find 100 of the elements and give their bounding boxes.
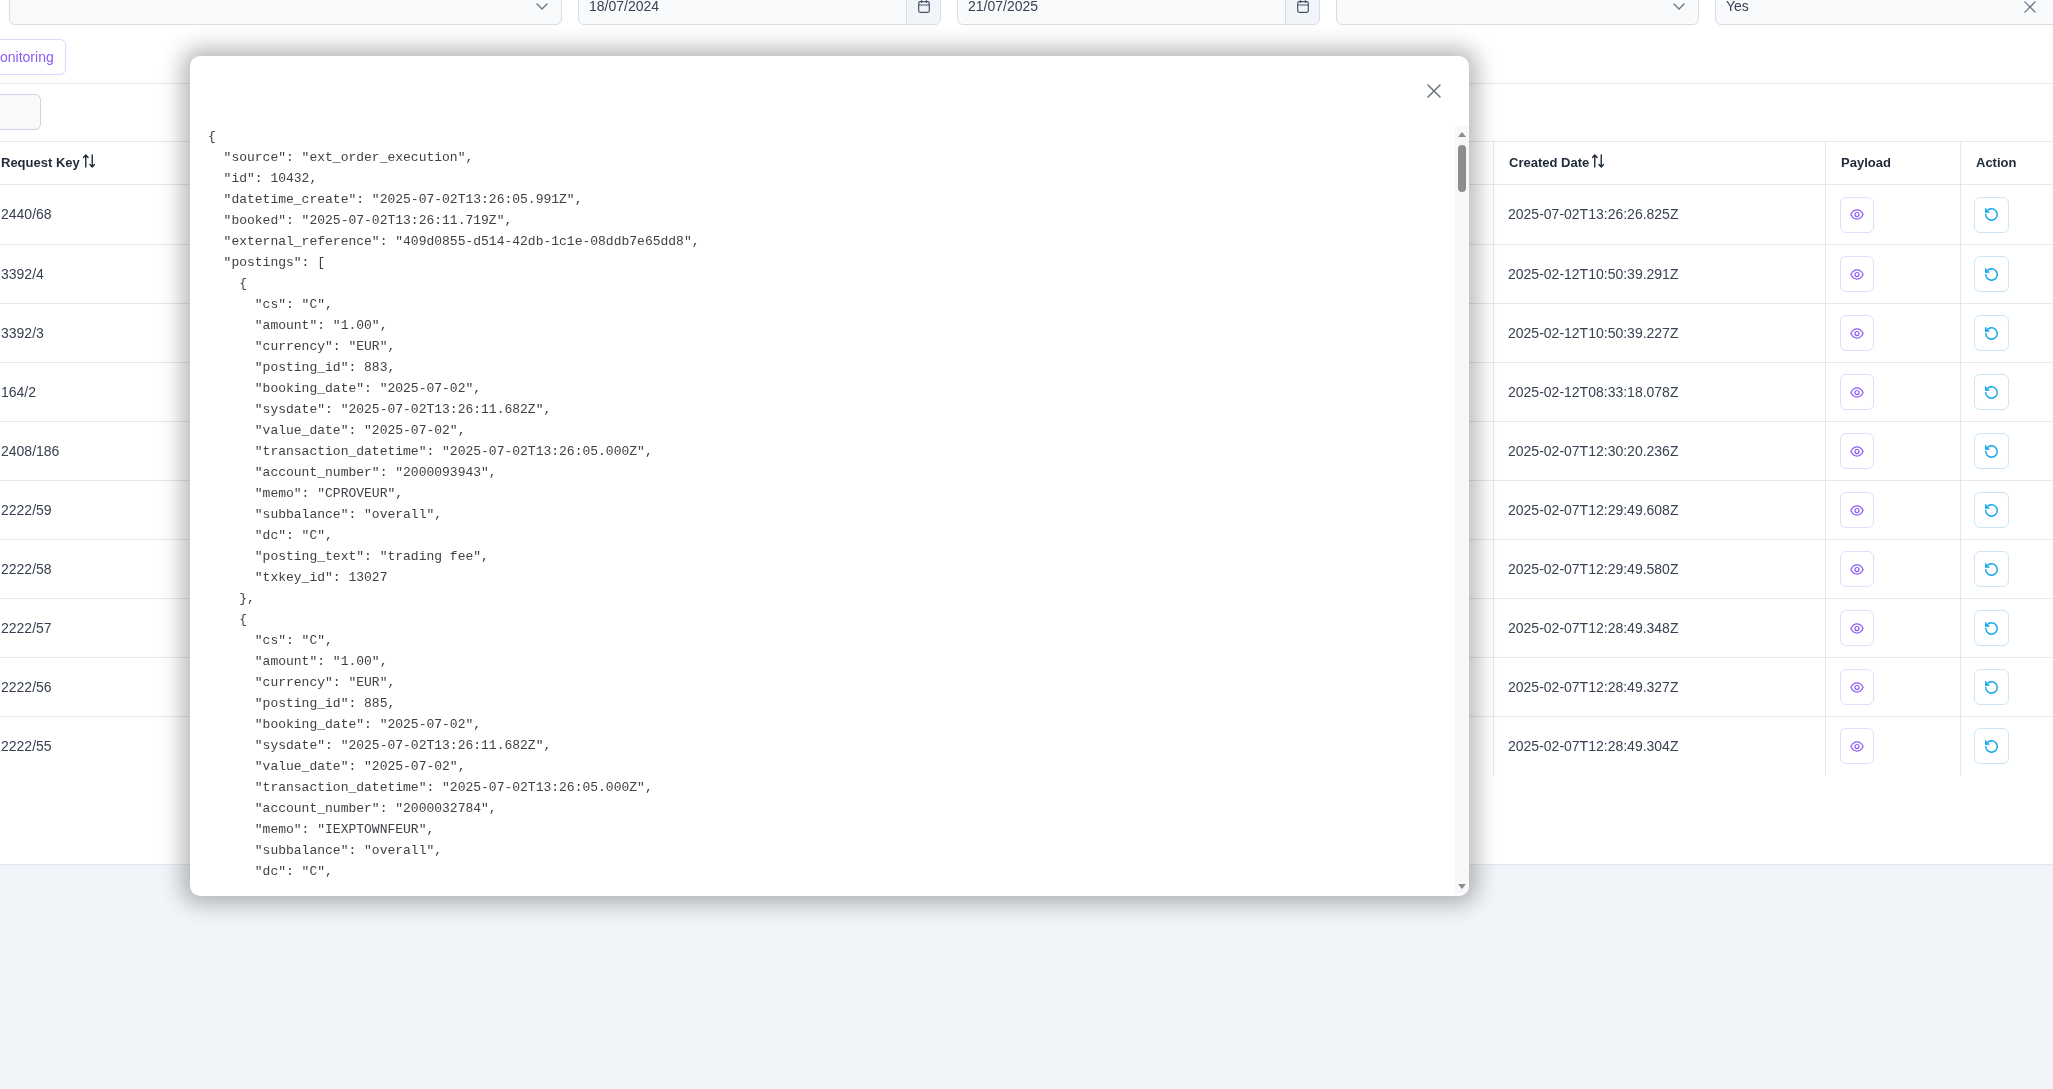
code-line: "value_date": "2025-07-02", [254, 422, 466, 440]
counterclockwise-arrow-icon [1985, 680, 1998, 694]
counterclockwise-arrow-icon [1985, 621, 1998, 635]
code-line: "value_date": "2025-07-02", [254, 758, 466, 776]
code-line: "posting_id": 883, [254, 359, 396, 377]
view-button[interactable] [1840, 728, 1874, 764]
eye-icon [1850, 622, 1864, 634]
code-line: "sysdate": "2025-07-02T13:26:11.682Z", [254, 737, 552, 755]
column-header[interactable]: Request Key [1, 153, 80, 173]
code-line: "posting_id": 885, [254, 695, 396, 713]
calendar-icon [917, 0, 930, 13]
retry-button[interactable] [1974, 728, 2009, 764]
table-cell-text: 2025-02-07T12:28:49.348Z [1508, 618, 1679, 638]
eye-icon [1850, 740, 1864, 752]
retry-button[interactable] [1974, 433, 2009, 469]
sort-icon[interactable] [82, 154, 95, 168]
code-line: "subbalance": "overall", [254, 506, 443, 524]
view-button[interactable] [1840, 256, 1874, 292]
code-line: "currency": "EUR", [254, 338, 396, 356]
eye-icon [1850, 268, 1864, 280]
code-line: "account_number": "2000032784", [254, 800, 497, 818]
sort-icon[interactable] [1592, 154, 1605, 168]
table-cell-text: 164/2 [1, 382, 37, 402]
code-line: { [239, 275, 248, 293]
code-line: }, [239, 590, 255, 608]
code-line: "dc": "C", [254, 527, 333, 545]
retry-button[interactable] [1974, 374, 2009, 410]
code-line: "posting_text": "trading fee", [254, 548, 489, 566]
counterclockwise-arrow-icon [1985, 562, 1998, 576]
date-field[interactable]: 18/07/2024 [578, 0, 941, 25]
retry-button[interactable] [1974, 196, 2009, 233]
table-cell-text: 2222/56 [1, 677, 52, 697]
code-line: "memo": "IEXPTOWNFEUR", [254, 821, 435, 839]
code-line: { [239, 611, 248, 629]
code-line: "booking_date": "2025-07-02", [254, 380, 482, 398]
eye-icon [1850, 445, 1864, 457]
code-line: "memo": "CPROVEUR", [254, 485, 404, 503]
retry-button[interactable] [1974, 315, 2009, 351]
outline-button[interactable]: onitoring [0, 39, 66, 75]
view-button[interactable] [1840, 551, 1874, 587]
scroll-up-icon[interactable] [1458, 132, 1466, 137]
chevron-down-icon [536, 3, 548, 10]
counterclockwise-arrow-icon [1985, 503, 1998, 517]
code-line: "source": "ext_order_execution", [223, 149, 474, 167]
table-cell-text: 2025-02-07T12:28:49.327Z [1508, 677, 1679, 697]
code-line: { [208, 128, 216, 146]
counterclockwise-arrow-icon [1985, 208, 1998, 221]
date-field[interactable]: 21/07/2025 [957, 0, 1320, 25]
code-line: "transaction_datetime": "2025-07-02T13:26:05.000Z", [254, 779, 653, 797]
view-button[interactable] [1840, 374, 1874, 410]
view-button[interactable] [1840, 610, 1874, 646]
retry-button[interactable] [1974, 492, 2009, 528]
view-button[interactable] [1840, 196, 1874, 233]
close-button[interactable] [1427, 84, 1441, 98]
table-cell-text: 2025-02-12T10:50:39.291Z [1508, 264, 1679, 284]
eye-icon [1850, 681, 1864, 693]
scrollbar[interactable] [1455, 126, 1469, 893]
code-line: "cs": "C", [254, 632, 333, 650]
code-line: "id": 10432, [223, 170, 318, 188]
table-cell-text: 2222/55 [1, 736, 52, 756]
view-button[interactable] [1840, 433, 1874, 469]
retry-button[interactable] [1974, 610, 2009, 646]
code-line: "sysdate": "2025-07-02T13:26:11.682Z", [254, 401, 552, 419]
scroll-thumb[interactable] [1458, 145, 1466, 192]
code-line: "txkey_id": 13027 [254, 569, 388, 587]
code-line: "transaction_datetime": "2025-07-02T13:26:05.000Z", [254, 443, 653, 461]
code-line: "account_number": "2000093943", [254, 464, 497, 482]
code-line: "amount": "1.00", [254, 653, 388, 671]
table-cell-text: 2222/58 [1, 559, 52, 579]
table-cell-text: 2025-02-12T08:33:18.078Z [1508, 382, 1679, 402]
column-header[interactable]: Created Date [1509, 153, 1590, 173]
eye-icon [1850, 563, 1864, 575]
retry-button[interactable] [1974, 669, 2009, 705]
retry-button[interactable] [1974, 551, 2009, 587]
select-field[interactable]: Yes [1715, 0, 2053, 25]
table-cell-text: 3392/4 [1, 264, 44, 284]
table-cell-text: 2408/186 [1, 441, 60, 461]
scroll-down-icon[interactable] [1458, 884, 1466, 889]
table-cell-text: 2222/57 [1, 618, 52, 638]
retry-button[interactable] [1974, 256, 2009, 292]
clear-icon[interactable] [2024, 0, 2036, 13]
counterclockwise-arrow-icon [1985, 326, 1998, 340]
code-line: "amount": "1.00", [254, 317, 388, 335]
table-cell-text: 2025-02-07T12:30:20.236Z [1508, 441, 1679, 461]
counterclockwise-arrow-icon [1985, 385, 1998, 399]
eye-icon [1850, 386, 1864, 398]
column-header: Payload [1841, 154, 1891, 173]
table-cell-text: 3392/3 [1, 323, 44, 343]
table-cell-text: 2025-07-02T13:26:26.825Z [1508, 205, 1679, 224]
view-button[interactable] [1840, 669, 1874, 705]
counterclockwise-arrow-icon [1985, 267, 1998, 281]
counterclockwise-arrow-icon [1985, 444, 1998, 458]
chevron-down-icon [1673, 3, 1685, 10]
calendar-icon [1296, 0, 1309, 13]
code-line: "cs": "C", [254, 296, 333, 314]
view-button[interactable] [1840, 315, 1874, 351]
code-line: "datetime_create": "2025-07-02T13:26:05.991Z", [223, 191, 583, 209]
view-button[interactable] [1840, 492, 1874, 528]
code-line: "external_reference": "409d0855-d514-42db-1c1e-08ddb7e65dd8", [223, 233, 700, 251]
table-cell-text: 2025-02-07T12:29:49.580Z [1508, 559, 1679, 579]
